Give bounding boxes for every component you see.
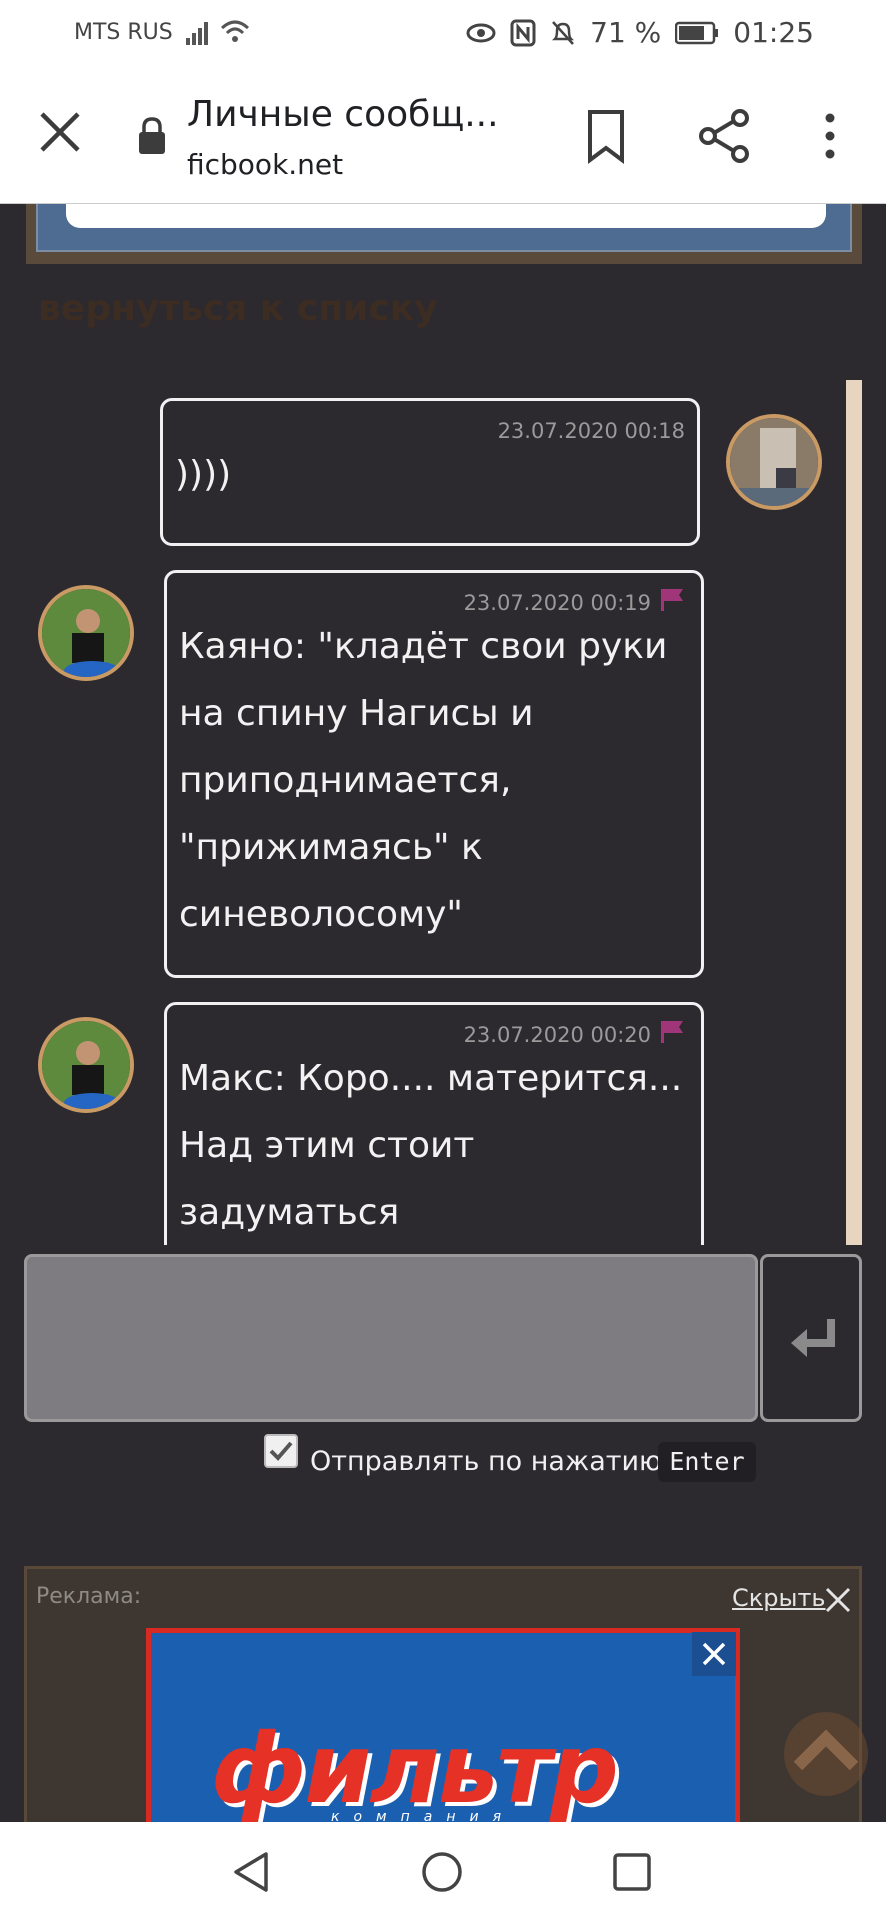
status-right: 71 % 01:25 [466, 16, 814, 49]
carrier-label: MTS RUS [74, 20, 173, 45]
more-menu-icon[interactable] [812, 112, 848, 160]
nav-back-icon[interactable] [230, 1850, 274, 1894]
avatar-image [42, 589, 130, 677]
enter-arrow-icon [791, 1319, 835, 1357]
clock: 01:25 [733, 16, 814, 49]
close-icon[interactable] [36, 108, 84, 156]
scroll-to-top-button[interactable] [784, 1712, 868, 1796]
send-on-enter-checkbox[interactable] [264, 1434, 298, 1468]
message-date: 23.07.2020 00:19 [463, 591, 651, 615]
close-icon[interactable] [824, 1586, 852, 1614]
signal-icon [186, 22, 208, 45]
enter-key-hint: Enter [658, 1442, 756, 1482]
ad-label: Реклама: [36, 1584, 142, 1609]
message-text: Макс: Коро.... матерится... Над этим сто… [179, 1058, 683, 1233]
send-on-enter-label[interactable]: Отправлять по нажатию [310, 1446, 662, 1477]
battery-icon [675, 21, 719, 44]
status-bar: MTS RUS 71 % 01:25 [0, 0, 886, 68]
wifi-icon [220, 20, 250, 42]
header-panel-inner [36, 204, 852, 252]
message-input[interactable] [24, 1254, 758, 1422]
nfc-icon [510, 19, 536, 46]
close-icon [702, 1642, 726, 1666]
bell-off-icon [552, 20, 575, 45]
report-flag-icon[interactable] [659, 1019, 685, 1045]
chevron-up-icon [793, 1729, 859, 1771]
message-list[interactable]: 23.07.2020 00:18 )))) 23.07.2020 00:19 К… [0, 380, 886, 1245]
message-date: 23.07.2020 00:18 [497, 419, 685, 443]
eye-icon [466, 23, 496, 42]
message-text: Каяно: "кладёт свои руки на спину Нагисы… [179, 626, 668, 935]
message-date: 23.07.2020 00:20 [463, 1023, 651, 1047]
lock-icon[interactable] [136, 116, 168, 156]
ad-hide-link[interactable]: Скрыть [732, 1584, 826, 1612]
message-text: )))) [175, 454, 232, 495]
ad-close-button[interactable] [692, 1632, 736, 1676]
bookmark-icon[interactable] [582, 108, 630, 164]
avatar-image [42, 1021, 130, 1109]
header-panel [26, 204, 862, 264]
page-title[interactable]: Личные сообщ... [187, 94, 499, 135]
system-nav-bar [0, 1822, 886, 1920]
back-to-list-link[interactable]: вернуться к списку [38, 288, 438, 329]
nav-recent-apps-icon[interactable] [610, 1850, 654, 1894]
checkmark-icon [269, 1441, 293, 1461]
message-bubble: 23.07.2020 00:19 Каяно: "кладёт свои рук… [164, 570, 704, 978]
send-button[interactable] [760, 1254, 862, 1422]
report-flag-icon[interactable] [659, 587, 685, 613]
scrollbar[interactable] [846, 380, 862, 1245]
nav-home-icon[interactable] [420, 1850, 464, 1894]
avatar[interactable] [38, 585, 134, 681]
avatar[interactable] [726, 414, 822, 510]
message-bubble: 23.07.2020 00:18 )))) [160, 398, 700, 546]
battery-percent: 71 % [590, 16, 662, 49]
avatar[interactable] [38, 1017, 134, 1113]
message-bubble: 23.07.2020 00:20 Макс: Коро.... материтс… [164, 1002, 704, 1245]
share-icon[interactable] [696, 108, 752, 164]
header-panel-field [66, 204, 826, 228]
page-domain[interactable]: ficbook.net [187, 148, 343, 181]
ad-banner[interactable]: фильтр компания [146, 1628, 740, 1826]
avatar-image [730, 418, 818, 506]
browser-toolbar: Личные сообщ... ficbook.net [0, 68, 886, 204]
